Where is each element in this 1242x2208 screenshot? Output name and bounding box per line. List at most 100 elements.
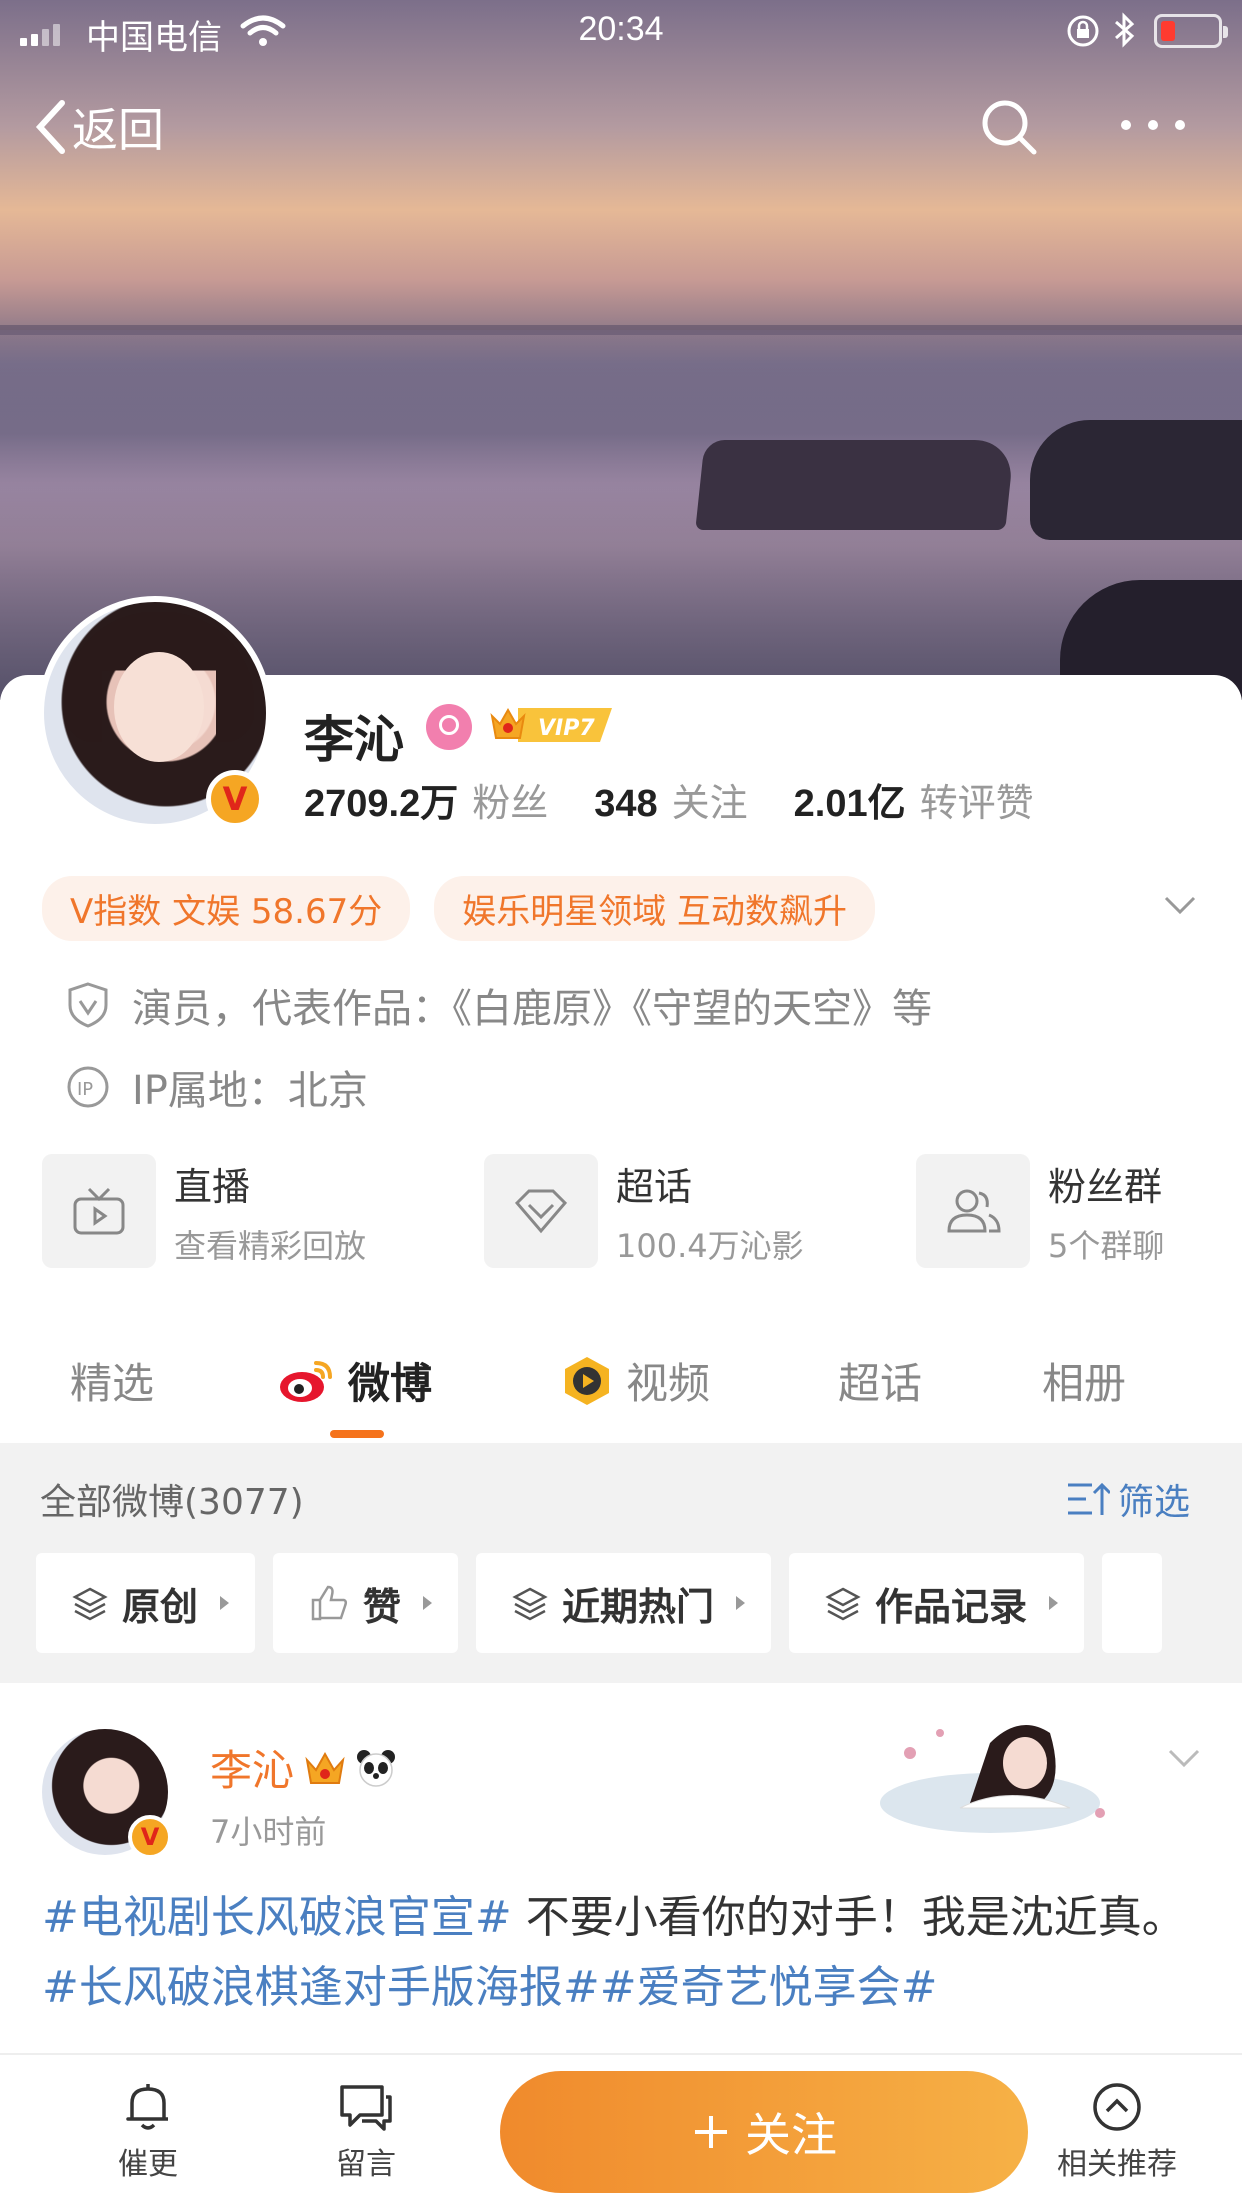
feature-title: 超话 (616, 1164, 693, 1209)
chip-works[interactable]: 作品记录 (789, 1553, 1085, 1653)
shield-icon (68, 982, 108, 1028)
related-recommend-button[interactable]: 相关推荐 (1052, 2081, 1182, 2183)
tab-label: 相册 (1042, 1359, 1127, 1408)
description-text: 演员，代表作品：《白鹿原》《守望的天空》等 (132, 986, 932, 1032)
following-count: 348 (594, 783, 658, 825)
more-icon[interactable] (1118, 110, 1188, 140)
bell-icon (126, 2084, 168, 2130)
tab-label: 微博 (348, 1359, 433, 1408)
plus-icon (695, 2116, 727, 2148)
tab-label: 视频 (626, 1359, 711, 1408)
chip-recent-hot[interactable]: 近期热门 (476, 1553, 772, 1653)
post-text: #电视剧长风破浪官宣# 不要小看你的对手！我是沈近真。 #长风破浪棋逢对手版海报#… (42, 1883, 1202, 2023)
back-button[interactable]: 返回 (34, 94, 164, 160)
filter-icon (1068, 1482, 1110, 1515)
back-label: 返回 (72, 103, 164, 157)
feature-supertopic[interactable]: 超话 100.4万沁影 (484, 1154, 804, 1268)
chip-label: 赞 (363, 1584, 402, 1629)
card-decoration-image (880, 1725, 1105, 1833)
stat-likes[interactable]: 2.01亿 转评赞 (794, 772, 1034, 827)
domain-tag[interactable]: 娱乐明星领域 互动数飙升 (434, 876, 876, 941)
chat-icon (340, 2085, 392, 2131)
urge-update-button[interactable]: 催更 (88, 2081, 208, 2183)
female-icon (426, 704, 472, 750)
bluetooth-icon (1115, 12, 1135, 48)
fans-count: 2709.2万 (304, 783, 459, 825)
tab-video[interactable]: 视频 (560, 1350, 710, 1411)
battery-icon (1154, 14, 1228, 48)
post-author[interactable]: 李沁 (210, 1737, 396, 1798)
ip-text: IP属地：北京 (132, 1068, 368, 1114)
post-time: 7小时前 (210, 1813, 327, 1851)
active-tab-indicator (330, 1430, 384, 1438)
chip-label: 原创 (122, 1584, 199, 1629)
ip-icon: IP (67, 1066, 109, 1108)
follow-label: 关注 (745, 2108, 837, 2162)
tab-label: 精选 (70, 1359, 155, 1408)
crown-icon (305, 1751, 345, 1784)
fans-label: 粉丝 (472, 781, 549, 825)
hashtag-link[interactable]: #电视剧长风破浪官宣# (42, 1892, 512, 1943)
filter-bar: 全部微博(3077) 筛选 原创 赞 近期热门 作品记录 (0, 1443, 1242, 1683)
chip-original[interactable]: 原创 (36, 1553, 256, 1653)
filter-label: 筛选 (1118, 1482, 1191, 1523)
chevron-left-icon (35, 100, 65, 154)
profile-description: 演员，代表作品：《白鹿原》《守望的天空》等 (66, 976, 932, 1034)
message-label: 留言 (336, 2147, 396, 2182)
chevron-down-icon[interactable] (1162, 886, 1198, 922)
post-author-name: 李沁 (210, 1746, 295, 1795)
tab-featured[interactable]: 精选 (70, 1350, 154, 1411)
profile-name: 李沁 (304, 711, 404, 769)
status-bar: 中国电信 20:34 (0, 0, 1242, 60)
chevron-up-circle-icon (1093, 2083, 1141, 2131)
hashtag-link[interactable]: #长风破浪棋逢对手版海报##爱奇艺悦享会# (42, 1962, 937, 2013)
feature-subtitle: 5个群聊 (1048, 1226, 1165, 1265)
tab-supertopic[interactable]: 超话 (838, 1350, 922, 1411)
layers-icon (512, 1587, 548, 1621)
search-icon[interactable] (980, 98, 1038, 156)
chip-more[interactable] (1102, 1553, 1163, 1653)
diamond-icon (484, 1154, 598, 1268)
cover-banner (0, 0, 1242, 700)
feature-fan-group[interactable]: 粉丝群 5个群聊 (916, 1154, 1164, 1268)
feature-live[interactable]: 直播 查看精彩回放 (42, 1154, 366, 1268)
verified-badge: V (128, 1815, 172, 1859)
tv-icon (42, 1154, 156, 1268)
related-label: 相关推荐 (1057, 2147, 1177, 2182)
feature-title: 粉丝群 (1048, 1164, 1163, 1209)
v-index-tag[interactable]: V指数 文娱 58.67分 (42, 876, 411, 941)
rock (695, 440, 1015, 530)
feature-subtitle: 查看精彩回放 (174, 1226, 367, 1265)
rotation-lock-icon (1067, 15, 1099, 47)
feature-title: 直播 (174, 1164, 251, 1209)
post-body: 不要小看你的对手！我是沈近真。 (511, 1892, 1186, 1943)
weibo-logo-icon (280, 1360, 332, 1402)
post-card: V 李沁 7小时前 #电视剧长风破浪官宣# 不要小看你的对手！我是沈近真。 #长风… (0, 1683, 1242, 2063)
video-icon (565, 1356, 609, 1405)
layers-icon (72, 1587, 108, 1621)
verified-badge: V (206, 770, 264, 828)
clock: 20:34 (578, 10, 664, 48)
profile-stats: 2709.2万 粉丝 348 关注 2.01亿 转评赞 (304, 772, 1034, 827)
svg-text:IP: IP (77, 1079, 93, 1100)
stat-fans[interactable]: 2709.2万 粉丝 (304, 772, 548, 827)
chip-label: 近期热门 (562, 1584, 715, 1629)
stat-following[interactable]: 348 关注 (594, 772, 747, 827)
filter-chips: 原创 赞 近期热门 作品记录 (36, 1553, 1163, 1653)
tab-label: 超话 (838, 1359, 923, 1408)
follow-button[interactable]: 关注 (500, 2071, 1028, 2193)
message-button[interactable]: 留言 (306, 2081, 426, 2183)
vip-badge[interactable]: VIP7 (488, 704, 616, 746)
chip-label: 作品记录 (875, 1584, 1028, 1629)
chevron-down-icon[interactable] (1166, 1739, 1202, 1775)
likes-label: 转评赞 (919, 781, 1034, 825)
group-icon (916, 1154, 1030, 1268)
bottom-action-bar: 催更 留言 关注 相关推荐 (0, 2053, 1242, 2208)
rock (1030, 420, 1242, 540)
chip-like[interactable]: 赞 (273, 1553, 459, 1653)
filter-button[interactable]: 筛选 (1066, 1473, 1190, 1525)
tab-album[interactable]: 相册 (1042, 1350, 1126, 1411)
tab-weibo[interactable]: 微博 (278, 1350, 432, 1411)
profile-tabs: 精选 微博 视频 超话 相册 (0, 1330, 1242, 1440)
profile-tags: V指数 文娱 58.67分 娱乐明星领域 互动数飙升 (42, 876, 876, 941)
